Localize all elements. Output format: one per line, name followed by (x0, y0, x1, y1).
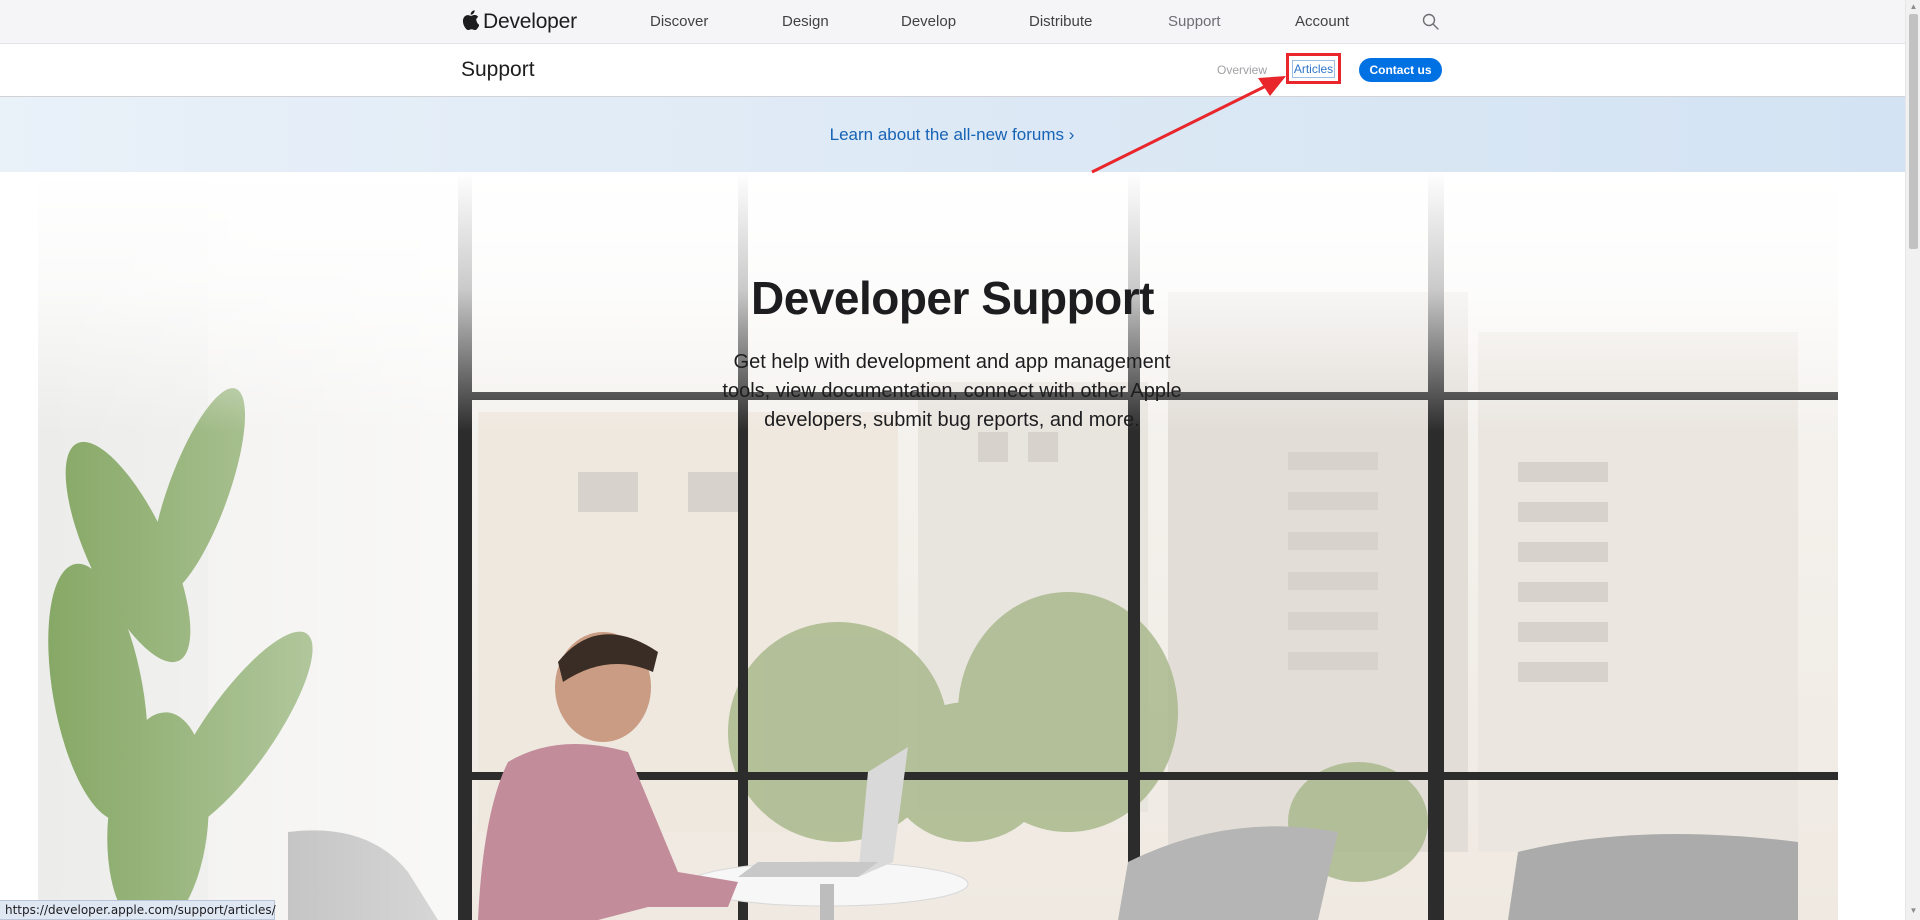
nav-discover[interactable]: Discover (650, 13, 708, 30)
hero-section: Developer Support Get help with developm… (0, 172, 1905, 920)
page-title[interactable]: Support (461, 58, 535, 82)
nav-develop[interactable]: Develop (901, 13, 956, 30)
hero-subtitle: Get help with development and app manage… (722, 351, 1182, 431)
scroll-down-arrow-icon[interactable]: ▼ (1909, 906, 1918, 915)
search-icon[interactable] (1421, 12, 1441, 32)
apple-developer-logo[interactable]: Developer (462, 9, 577, 35)
overview-link[interactable]: Overview (1217, 63, 1267, 77)
hero-title: Developer Support (750, 272, 1155, 324)
forums-banner: Learn about the all-new forums › (0, 97, 1905, 172)
local-nav: Support Overview Articles Contact us (0, 44, 1905, 97)
forums-banner-link[interactable]: Learn about the all-new forums › (830, 125, 1075, 145)
status-bar-url: https://developer.apple.com/support/arti… (0, 900, 276, 920)
global-nav: Developer Discover Design Develop Distri… (0, 0, 1905, 44)
articles-link[interactable]: Articles (1286, 53, 1341, 84)
scrollbar-thumb[interactable] (1909, 14, 1918, 249)
brand-label: Developer (483, 10, 577, 33)
nav-account[interactable]: Account (1295, 13, 1349, 30)
nav-design[interactable]: Design (782, 13, 829, 30)
nav-support[interactable]: Support (1168, 13, 1221, 30)
articles-label: Articles (1291, 59, 1336, 78)
contact-us-button[interactable]: Contact us (1359, 58, 1442, 82)
scroll-up-arrow-icon[interactable]: ▲ (1909, 2, 1918, 11)
nav-distribute[interactable]: Distribute (1029, 13, 1092, 30)
apple-logo-icon (462, 9, 479, 30)
page-scrollbar[interactable]: ▲ ▼ (1905, 0, 1920, 920)
